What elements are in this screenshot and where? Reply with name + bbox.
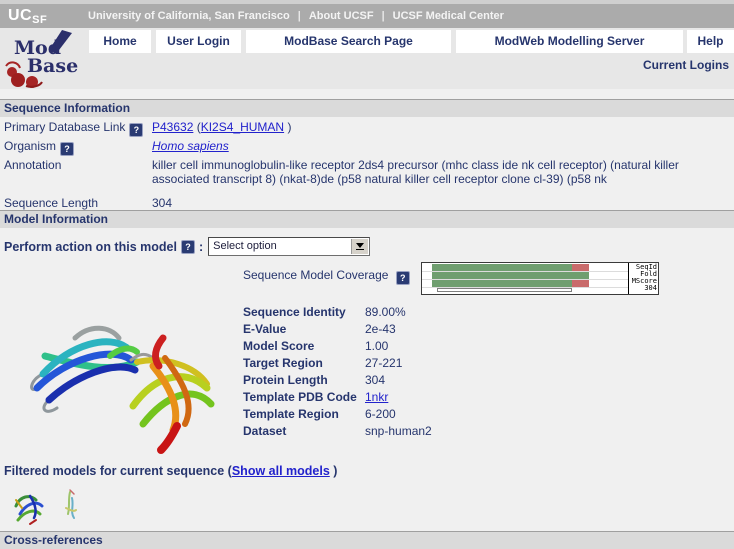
sequence-length-value: 304 [152, 196, 172, 210]
detail-label: Template Region [243, 407, 365, 422]
coverage-segment-red [572, 264, 589, 271]
primary-database-label: Primary Database Link? [4, 120, 152, 137]
nav-tab-modweb-modelling-server[interactable]: ModWeb Modelling Server [456, 30, 683, 53]
model-detail-row: Model Score1.00 [243, 338, 723, 355]
detail-label: Target Region [243, 356, 365, 371]
nav-tab-user-login[interactable]: User Login [156, 30, 241, 53]
coverage-ruler [437, 288, 572, 292]
detail-value: 6-200 [365, 406, 396, 423]
modbase-page: UCSF University of California, San Franc… [0, 0, 734, 549]
coverage-segment-red [572, 280, 589, 287]
ucsf-logo-sub: SF [32, 14, 47, 26]
modbase-logo[interactable]: Mod Base [2, 28, 90, 88]
protein-model-image[interactable] [15, 296, 235, 464]
ucsf-logo-main: UC [8, 7, 32, 24]
coverage-track [422, 263, 628, 294]
topbar-link[interactable]: University of California, San Francisco [88, 10, 290, 22]
coverage-row-seqid [422, 264, 628, 271]
detail-value: snp-human2 [365, 423, 432, 440]
model-detail-row: Datasetsnp-human2 [243, 423, 723, 440]
filtered-models-row: Filtered models for current sequence (Sh… [4, 464, 337, 478]
field-label: Organism [4, 139, 56, 153]
primary-database-row: Primary Database Link? P43632 (KI2S4_HUM… [4, 120, 291, 137]
annotation-text: killer cell immunoglobulin-like receptor… [152, 158, 730, 186]
model-details-table: Sequence Identity89.00%E-Value2e-43Model… [243, 304, 723, 440]
coverage-segment-green [432, 272, 589, 279]
action-select-value: Select option [213, 239, 277, 254]
topbar-separator: | [298, 10, 301, 22]
filtered-models-text: ) [330, 464, 338, 478]
annotation-label: Annotation [4, 158, 152, 172]
detail-value: 2e-43 [365, 321, 396, 338]
ucsf-logo[interactable]: UCSF [8, 7, 47, 26]
perform-action-row: Perform action on this model ? : Select … [4, 237, 370, 256]
logo-text-base: Base [27, 55, 78, 77]
paren: ) [287, 120, 291, 134]
detail-value: 304 [365, 372, 385, 389]
topbar-link[interactable]: About UCSF [309, 10, 374, 22]
separator: : [199, 240, 203, 254]
model-detail-row: Template Region6-200 [243, 406, 723, 423]
help-icon[interactable]: ? [60, 142, 74, 156]
topbar-separator: | [382, 10, 385, 22]
site-header: Mod Base HomeUser LoginModBase Search Pa… [0, 28, 734, 89]
topbar-links: University of California, San Francisco |… [88, 10, 504, 22]
current-logins-link[interactable]: Current Logins [643, 58, 729, 72]
organism-link[interactable]: Homo sapiens [152, 139, 229, 153]
coverage-label: Sequence Model Coverage [243, 268, 388, 282]
model-detail-row: Template PDB Code1nkr [243, 389, 723, 406]
template-pdb-link[interactable]: 1nkr [365, 389, 388, 406]
model-thumbnail-1[interactable] [10, 486, 48, 528]
perform-action-label: Perform action on this model [4, 240, 177, 254]
annotation-row: Annotation killer cell immunoglobulin-li… [4, 158, 730, 186]
detail-label: Protein Length [243, 373, 365, 388]
coverage-segment-green [432, 280, 572, 287]
detail-label: Sequence Identity [243, 305, 365, 320]
dropdown-arrow-icon[interactable] [351, 239, 368, 254]
detail-label: E-Value [243, 322, 365, 337]
model-detail-row: E-Value2e-43 [243, 321, 723, 338]
field-label: Primary Database Link [4, 120, 125, 134]
action-select[interactable]: Select option [208, 237, 370, 256]
model-thumbnail-2[interactable] [56, 486, 86, 524]
section-cross-references: Cross-references [0, 531, 734, 549]
model-detail-row: Sequence Identity89.00% [243, 304, 723, 321]
detail-value: 89.00% [365, 304, 406, 321]
primary-database-value: P43632 (KI2S4_HUMAN ) [152, 120, 291, 134]
section-model-information: Model Information [0, 210, 734, 228]
help-icon[interactable]: ? [181, 240, 195, 254]
topbar-link[interactable]: UCSF Medical Center [393, 10, 504, 22]
coverage-row-fold [422, 272, 628, 279]
detail-label: Dataset [243, 424, 365, 439]
sequence-model-coverage-widget[interactable]: SeqIdFoldMScore304 [421, 262, 659, 295]
nav-tab-help[interactable]: Help [687, 30, 734, 53]
organism-row: Organism? Homo sapiens [4, 139, 229, 156]
section-sequence-information: Sequence Information [0, 99, 734, 117]
nav-tab-modbase-search-page[interactable]: ModBase Search Page [246, 30, 451, 53]
detail-value: 1.00 [365, 338, 388, 355]
sequence-length-label: Sequence Length [4, 196, 152, 210]
coverage-segment-green [432, 264, 572, 271]
ucsf-topbar: UCSF University of California, San Franc… [0, 0, 734, 28]
show-all-models-link[interactable]: Show all models [232, 464, 330, 478]
help-icon[interactable]: ? [129, 123, 143, 137]
detail-label: Template PDB Code [243, 390, 365, 405]
detail-label: Model Score [243, 339, 365, 354]
coverage-label-row: Sequence Model Coverage ? [243, 268, 410, 285]
model-detail-row: Protein Length304 [243, 372, 723, 389]
uniprot-name-link[interactable]: KI2S4_HUMAN [201, 120, 284, 134]
coverage-row-mscore [422, 280, 628, 287]
sequence-length-row: Sequence Length 304 [4, 196, 172, 210]
nav-tab-home[interactable]: Home [89, 30, 151, 53]
coverage-legend: SeqIdFoldMScore304 [628, 263, 658, 294]
detail-value: 27-221 [365, 355, 402, 372]
filtered-models-text: Filtered models for current sequence ( [4, 464, 232, 478]
accession-link[interactable]: P43632 [152, 120, 193, 134]
help-icon[interactable]: ? [396, 271, 410, 285]
coverage-legend-label: 304 [629, 285, 657, 292]
organism-label: Organism? [4, 139, 152, 156]
model-detail-row: Target Region27-221 [243, 355, 723, 372]
